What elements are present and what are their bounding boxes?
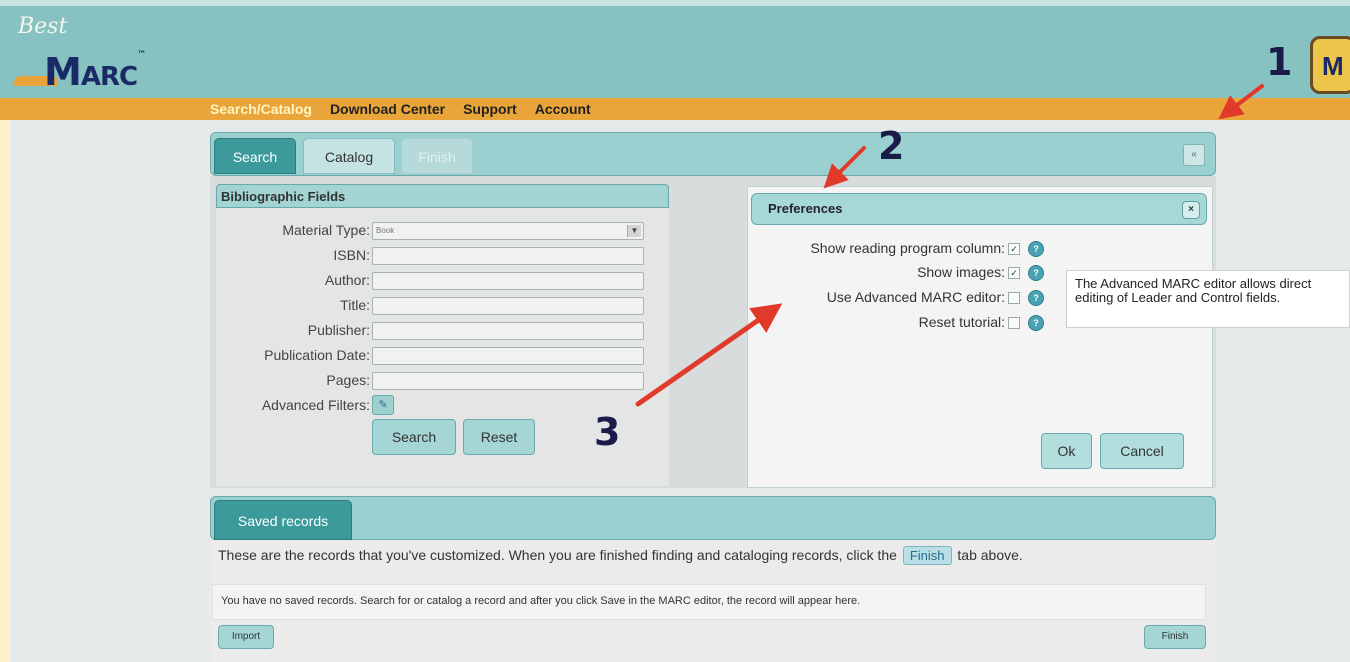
logo-best-text: Best (18, 14, 68, 39)
preferences-title: Preferences (751, 193, 1207, 225)
material-type-value: Book (376, 226, 395, 235)
app-badge-icon[interactable]: M (1310, 36, 1350, 94)
close-icon[interactable]: × (1182, 201, 1200, 219)
logo-arc: ARC (80, 62, 138, 92)
pref-advanced-marc-label: Use Advanced MARC editor: (826, 289, 1005, 305)
pref-reset-tutorial-row: Reset tutorial: (760, 314, 1005, 332)
saved-desc-before: These are the records that you've custom… (218, 547, 897, 563)
saved-desc-after: tab above. (957, 547, 1023, 563)
app-header (0, 0, 1350, 98)
publication-date-label: Publication Date: (264, 347, 370, 363)
saved-records-empty-message: You have no saved records. Search for or… (212, 584, 1206, 620)
pref-show-images-label: Show images: (917, 264, 1005, 280)
bib-fields-header: Bibliographic Fields (216, 184, 669, 208)
isbn-label: ISBN: (333, 247, 370, 263)
material-type-row: Material Type: Book ▼ (216, 222, 646, 240)
left-gutter (0, 120, 10, 662)
reset-button[interactable]: Reset (463, 419, 535, 455)
pages-input[interactable] (372, 372, 644, 390)
help-icon[interactable]: ? (1028, 315, 1044, 331)
help-icon[interactable]: ? (1028, 290, 1044, 306)
finish-button[interactable]: Finish (1144, 625, 1206, 649)
publisher-label: Publisher: (307, 322, 370, 338)
advanced-filters-row: Advanced Filters: (216, 397, 646, 415)
import-button[interactable]: Import (218, 625, 274, 649)
saved-records-description: These are the records that you've custom… (218, 546, 1023, 565)
title-input[interactable] (372, 297, 644, 315)
cancel-button[interactable]: Cancel (1100, 433, 1184, 469)
title-label: Title: (340, 297, 370, 313)
material-type-label: Material Type: (282, 222, 370, 238)
help-icon[interactable]: ? (1028, 265, 1044, 281)
tab-catalog[interactable]: Catalog (303, 138, 395, 174)
nav-search-catalog[interactable]: Search/Catalog (210, 101, 312, 117)
pencil-icon[interactable]: ✎ (372, 395, 394, 415)
app-badge-letter: M (1322, 51, 1344, 81)
nav-download-center[interactable]: Download Center (330, 101, 445, 117)
pref-reset-tutorial-label: Reset tutorial: (918, 314, 1005, 330)
pref-reading-program-label: Show reading program column: (810, 240, 1005, 256)
pref-advanced-marc-row: Use Advanced MARC editor: (760, 289, 1005, 307)
browser-top-strip (0, 0, 1350, 6)
chevron-down-icon[interactable]: ▼ (627, 225, 641, 237)
author-row: Author: (216, 272, 646, 290)
pages-row: Pages: (216, 372, 646, 390)
publisher-row: Publisher: (216, 322, 646, 340)
author-input[interactable] (372, 272, 644, 290)
tab-search[interactable]: Search (214, 138, 296, 174)
title-row: Title: (216, 297, 646, 315)
pref-show-images-row: Show images: (760, 264, 1005, 282)
logo-tm: ™ (137, 50, 146, 60)
publication-date-input[interactable] (372, 347, 644, 365)
logo-m: M (44, 50, 82, 94)
isbn-row: ISBN: (216, 247, 646, 265)
pref-reset-tutorial-checkbox[interactable] (1008, 317, 1020, 329)
tab-saved-records[interactable]: Saved records (214, 500, 352, 540)
material-type-select[interactable]: Book ▼ (372, 222, 644, 240)
logo-marc-text: MARC ™ (44, 50, 146, 94)
advanced-filters-label: Advanced Filters: (261, 397, 370, 413)
help-icon[interactable]: ? (1028, 241, 1044, 257)
publisher-input[interactable] (372, 322, 644, 340)
search-button[interactable]: Search (372, 419, 456, 455)
advanced-marc-tooltip: The Advanced MARC editor allows direct e… (1066, 270, 1350, 328)
bestmarc-logo[interactable]: Best MARC ™ (14, 14, 184, 94)
nav-account[interactable]: Account (535, 101, 591, 117)
pref-advanced-marc-checkbox[interactable] (1008, 292, 1020, 304)
annotation-3: 3 (594, 410, 621, 454)
pref-reading-program-checkbox[interactable]: ✓ (1008, 243, 1020, 255)
isbn-input[interactable] (372, 247, 644, 265)
tab-finish[interactable]: Finish (401, 138, 473, 174)
ok-button[interactable]: Ok (1041, 433, 1092, 469)
nav-bar (0, 98, 1350, 120)
collapse-icon[interactable]: « (1183, 144, 1205, 166)
main-nav: Search/Catalog Download Center Support A… (210, 101, 609, 117)
annotation-1: 1 (1266, 40, 1293, 84)
nav-support[interactable]: Support (463, 101, 517, 117)
pref-show-images-checkbox[interactable]: ✓ (1008, 267, 1020, 279)
pref-reading-program-row: Show reading program column: (760, 240, 1005, 258)
inline-finish-link[interactable]: Finish (902, 546, 952, 565)
pages-label: Pages: (326, 372, 370, 388)
annotation-2: 2 (878, 124, 905, 168)
publication-date-row: Publication Date: (216, 347, 646, 365)
saved-records-bar (210, 496, 1216, 540)
author-label: Author: (324, 272, 370, 288)
